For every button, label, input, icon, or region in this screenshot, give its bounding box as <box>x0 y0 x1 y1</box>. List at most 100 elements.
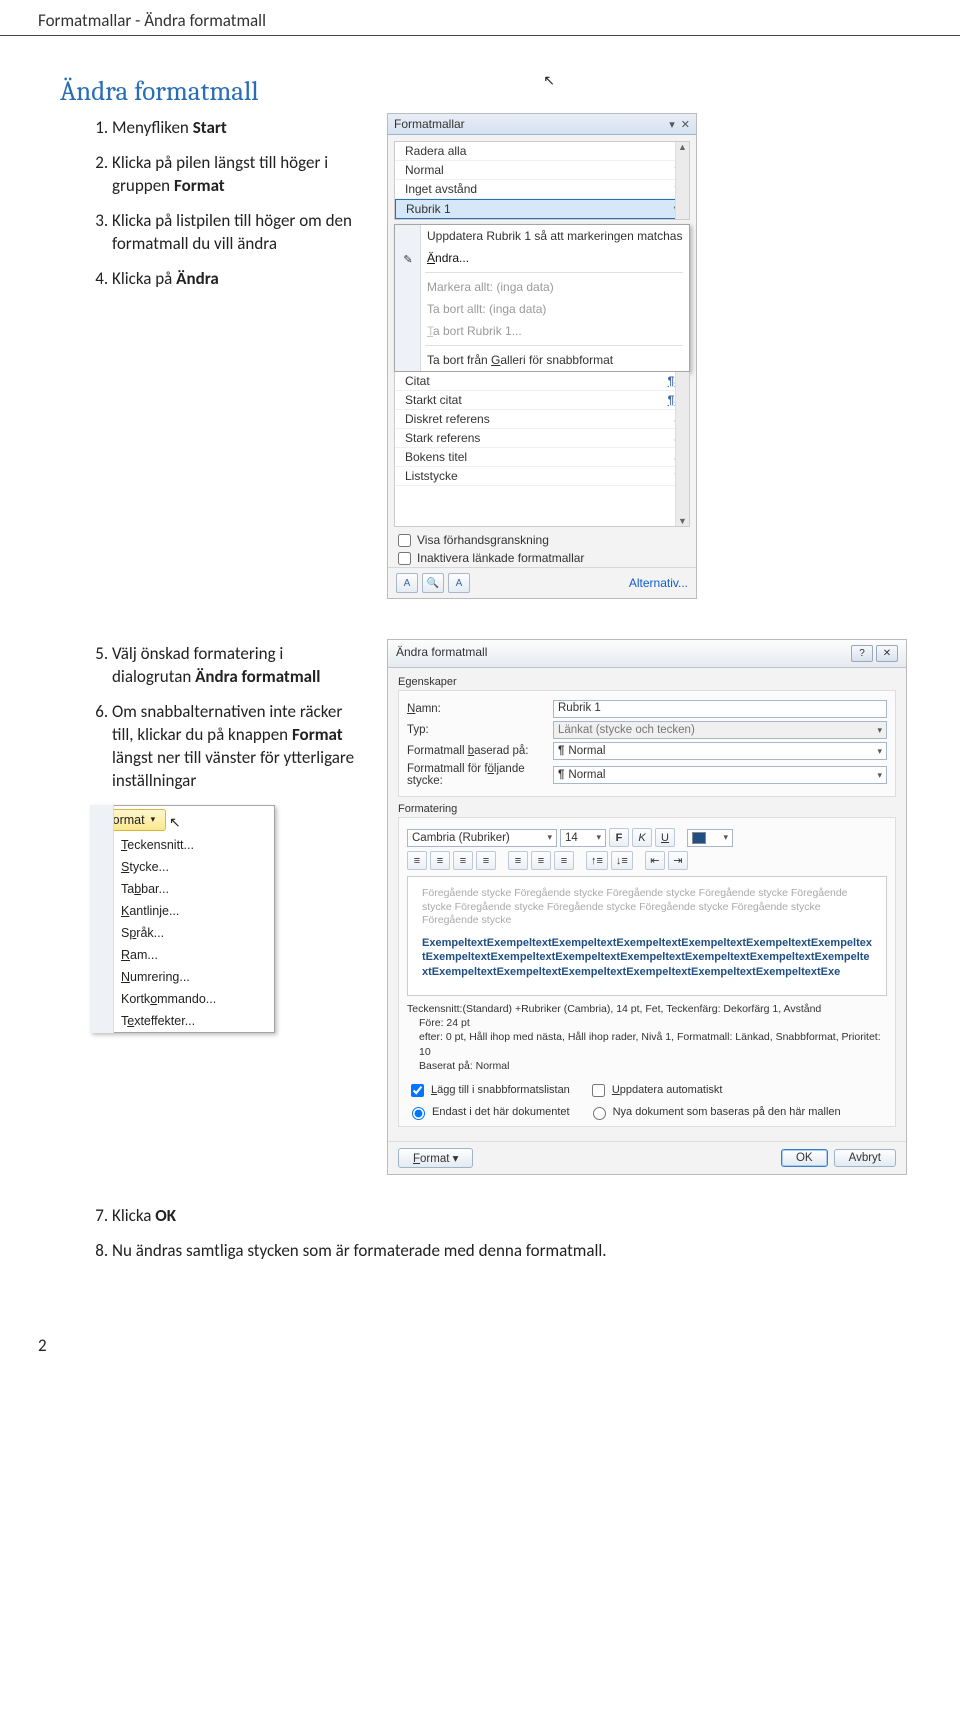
ctx-delete-rubrik: Ta bort Rubrik 1... <box>395 320 689 342</box>
radio[interactable] <box>593 1107 606 1120</box>
help-button[interactable]: ? <box>851 645 873 662</box>
ok-button[interactable]: OK <box>781 1149 828 1167</box>
panel-close-icon[interactable]: ✕ <box>681 118 690 131</box>
scrollbar[interactable]: ▲ <box>675 142 689 219</box>
fmt-kantlinje[interactable]: Kantlinje... <box>91 900 274 922</box>
font-combo[interactable]: Cambria (Rubriker)▾ <box>407 829 557 847</box>
ctx-modify[interactable]: ✎ Ändra... <box>395 247 689 269</box>
line-spacing-2-button[interactable]: ≡ <box>531 851 551 870</box>
style-item[interactable]: Citat¶a <box>395 372 689 391</box>
label-type: Typ: <box>407 724 547 736</box>
style-item-selected[interactable]: Rubrik 1▾ <box>395 199 689 219</box>
step-8: Nu ändras samtliga stycken som är format… <box>112 1240 900 1263</box>
chevron-down-icon: ▾ <box>877 770 882 781</box>
style-item[interactable]: Stark referensa <box>395 429 689 448</box>
space-before-inc-button[interactable]: ↑≡ <box>586 851 608 870</box>
opt-this-doc[interactable]: Endast i det här dokumentet <box>407 1104 570 1120</box>
fmt-tabbar[interactable]: Tabbar... <box>91 878 274 900</box>
fmt-kortkommando[interactable]: Kortkommando... <box>91 988 274 1010</box>
style-item[interactable]: Radera alla <box>395 142 689 161</box>
style-item-label: Rubrik 1 <box>406 202 451 216</box>
styles-list: ▲ Radera alla Normal¶ Inget avstånd¶ Rub… <box>394 141 690 220</box>
style-item[interactable]: Bokens titela <box>395 448 689 467</box>
panel-dropdown-icon[interactable]: ▾ <box>669 118 675 131</box>
checkbox[interactable] <box>592 1084 605 1097</box>
pencil-icon: ✎ <box>400 251 416 267</box>
style-item[interactable]: Inget avstånd¶ <box>395 180 689 199</box>
step-2: Klicka på pilen längst till höger i grup… <box>112 152 365 198</box>
line-spacing-1-button[interactable]: ≡ <box>508 851 528 870</box>
dialog-title-text: Ändra formatmall <box>396 645 487 662</box>
fmt-sprak[interactable]: Språk... <box>91 922 274 944</box>
bold-button[interactable]: F <box>609 828 629 847</box>
scrollbar[interactable]: ▼ <box>675 372 689 526</box>
step-7: Klicka OK <box>112 1205 900 1228</box>
align-right-button[interactable]: ≡ <box>453 851 473 870</box>
style-item-label: Stark referens <box>405 431 480 445</box>
close-button[interactable]: ✕ <box>876 645 898 662</box>
style-item[interactable]: Liststycke¶ <box>395 467 689 486</box>
check-preview[interactable]: Visa förhandsgranskning <box>388 531 696 549</box>
opt-add-quickstyles[interactable]: Lägg till i snabbformatslistan <box>407 1081 570 1100</box>
check-disable-linked[interactable]: Inaktivera länkade formatmallar <box>388 549 696 567</box>
step-1-bold: Start <box>193 117 227 138</box>
fmt-texteffekter[interactable]: Texteffekter... <box>91 1010 274 1032</box>
checkbox[interactable] <box>411 1084 424 1097</box>
page-number: 2 <box>38 1335 960 1356</box>
checkbox[interactable] <box>398 552 411 565</box>
style-item-label: Bokens titel <box>405 450 467 464</box>
size-combo[interactable]: 14▾ <box>560 829 606 847</box>
label-following: Formatmall för följande stycke: <box>407 763 547 787</box>
styles-list-lower: ▼ Citat¶a Starkt citat¶a Diskret referen… <box>394 372 690 527</box>
step-6-text-c: längst ner till vänster för ytterligare … <box>112 747 354 791</box>
options-link[interactable]: Alternativ... <box>629 576 688 590</box>
cancel-button[interactable]: Avbryt <box>834 1149 896 1167</box>
manage-styles-button[interactable]: A <box>448 573 470 593</box>
step-6-bold: Format <box>292 724 343 745</box>
chevron-down-icon: ▾ <box>723 832 728 843</box>
opt-auto-update[interactable]: Uppdatera automatiskt <box>588 1081 723 1100</box>
summary-line-1: Teckensnitt:(Standard) +Rubriker (Cambri… <box>407 1002 887 1016</box>
scroll-up-icon[interactable]: ▲ <box>676 142 689 152</box>
style-item-label: Starkt citat <box>405 393 462 407</box>
name-input[interactable]: Rubrik 1 <box>553 700 887 718</box>
scroll-down-icon[interactable]: ▼ <box>676 516 689 526</box>
underline-button[interactable]: U <box>655 828 675 847</box>
fmt-stycke[interactable]: Stycke... <box>91 856 274 878</box>
fmt-numrering[interactable]: Numrering... <box>91 966 274 988</box>
based-on-combo[interactable]: ¶Normal▾ <box>553 742 887 760</box>
styles-panel-title: Formatmallar ▾ ✕ <box>388 114 696 135</box>
align-center-button[interactable]: ≡ <box>430 851 450 870</box>
ctx-remove-all: Ta bort allt: (inga data) <box>395 298 689 320</box>
format-button-menu: Format ▾ ↖ Teckensnitt... Stycke... Tabb… <box>90 805 275 1033</box>
align-justify-button[interactable]: ≡ <box>476 851 496 870</box>
line-spacing-3-button[interactable]: ≡ <box>554 851 574 870</box>
checkbox[interactable] <box>398 534 411 547</box>
style-inspector-button[interactable]: 🔍 <box>422 573 444 593</box>
indent-dec-button[interactable]: ⇤ <box>645 851 665 870</box>
space-before-dec-button[interactable]: ↓≡ <box>611 851 633 870</box>
align-left-button[interactable]: ≡ <box>407 851 427 870</box>
label-based-on: Formatmall baserad på: <box>407 745 547 757</box>
context-menu: Uppdatera Rubrik 1 så att markeringen ma… <box>394 224 690 372</box>
opt-new-docs[interactable]: Nya dokument som baseras på den här mall… <box>588 1104 841 1120</box>
format-dropdown-button[interactable]: Format ▾ <box>398 1148 473 1168</box>
ctx-remove-gallery[interactable]: Ta bort från Galleri för snabbformat <box>395 349 689 371</box>
ctx-select-all: Markera allt: (inga data) <box>395 276 689 298</box>
step-7-text: Klicka <box>112 1205 155 1226</box>
style-item[interactable]: Normal¶ <box>395 161 689 180</box>
fmt-ram[interactable]: Ram... <box>91 944 274 966</box>
step-1: Menyfliken Start <box>112 117 365 140</box>
style-item[interactable]: Starkt citat¶a <box>395 391 689 410</box>
step-1-text: Menyfliken <box>112 117 193 138</box>
style-summary: Teckensnitt:(Standard) +Rubriker (Cambri… <box>407 1002 887 1073</box>
following-combo[interactable]: ¶Normal▾ <box>553 766 887 784</box>
italic-button[interactable]: K <box>632 828 652 847</box>
font-color-combo[interactable]: ▾ <box>687 829 733 847</box>
style-item[interactable]: Diskret referensa <box>395 410 689 429</box>
fmt-teckensnitt[interactable]: Teckensnitt... <box>91 834 274 856</box>
radio[interactable] <box>412 1107 425 1120</box>
ctx-update-selection[interactable]: Uppdatera Rubrik 1 så att markeringen ma… <box>395 225 689 247</box>
indent-inc-button[interactable]: ⇥ <box>668 851 688 870</box>
new-style-button[interactable]: A <box>396 573 418 593</box>
